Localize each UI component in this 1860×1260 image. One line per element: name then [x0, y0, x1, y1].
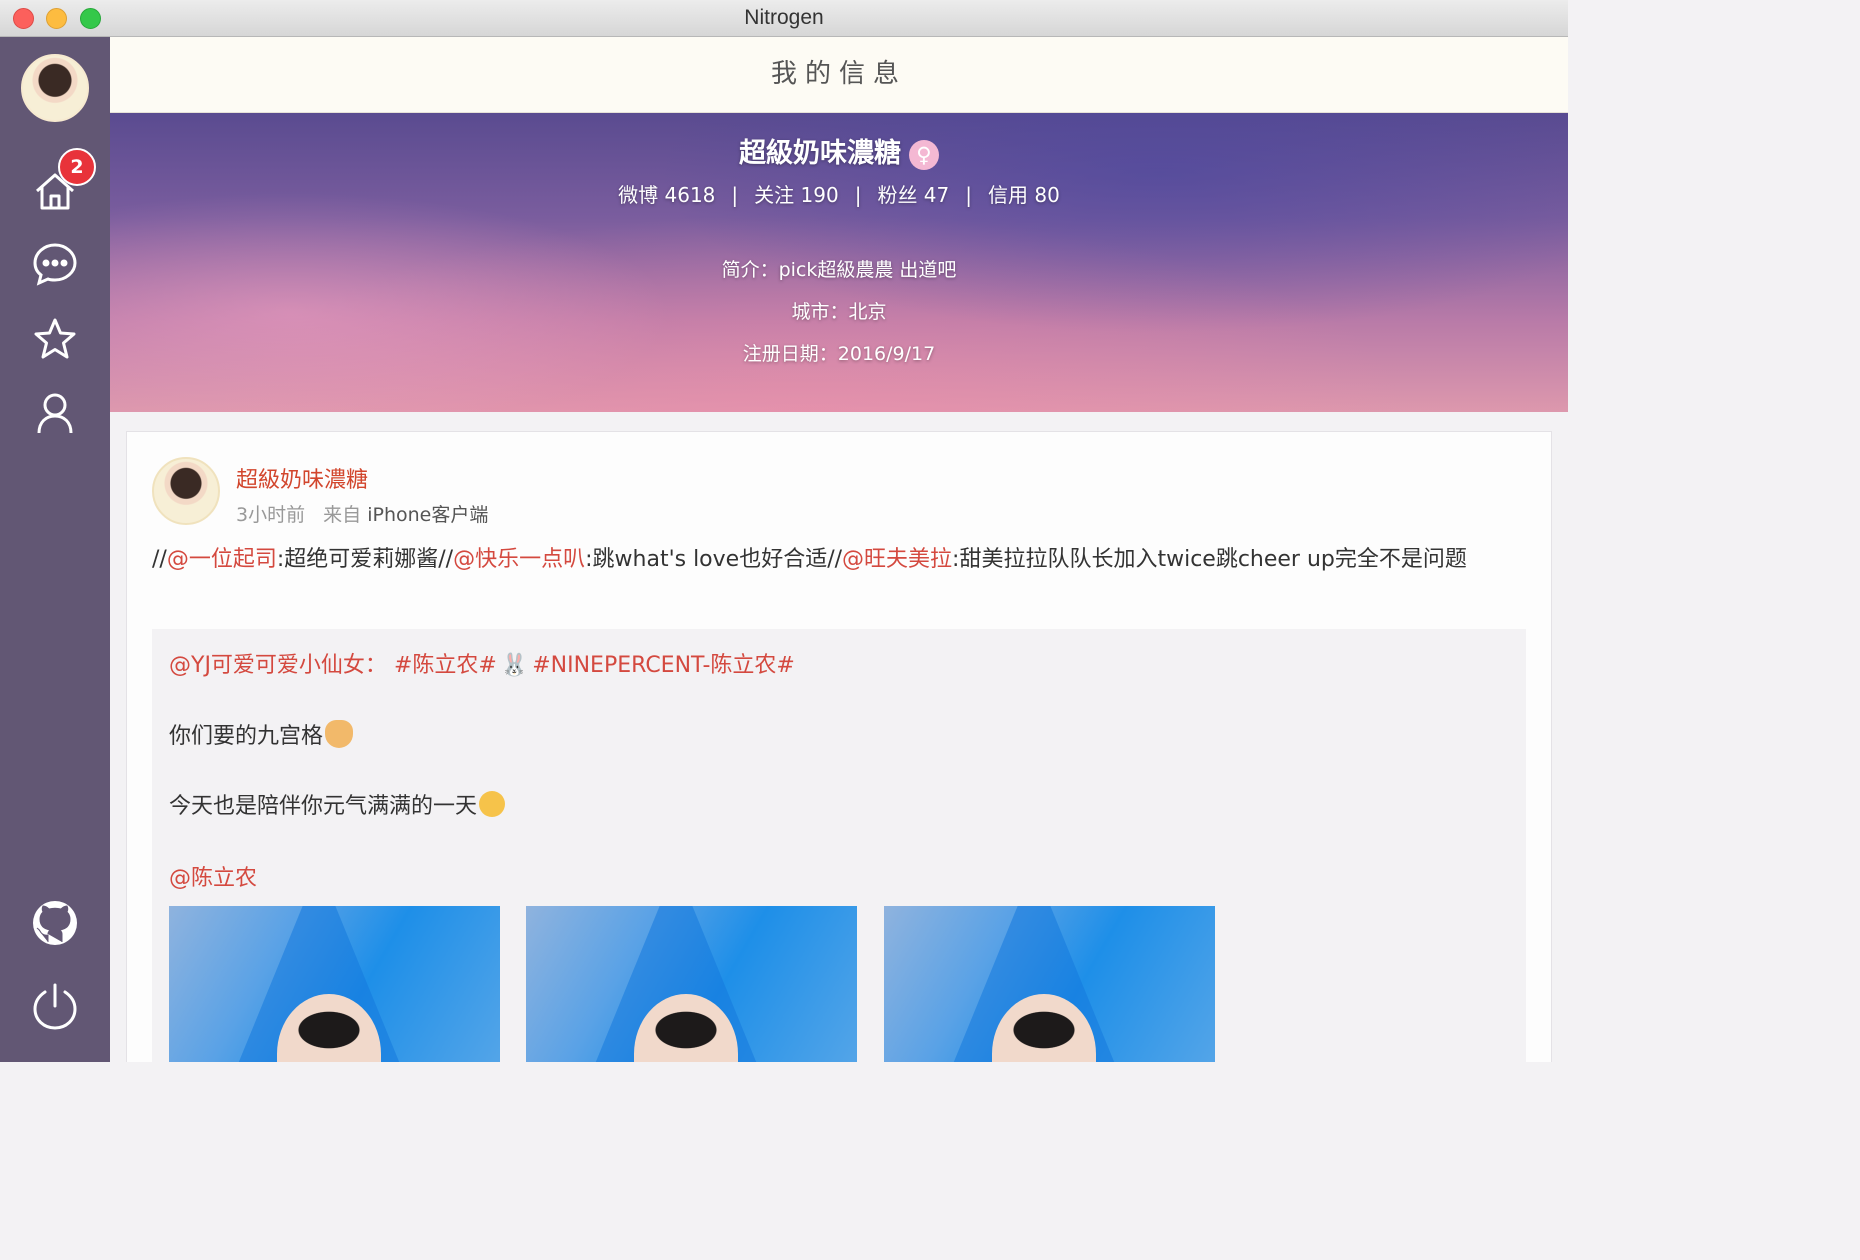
post-image[interactable]: [526, 906, 857, 1062]
repost-text: 今天也是陪伴你元气满满的一天: [169, 794, 478, 819]
repost-text: 你们要的九宫格: [169, 724, 324, 749]
profile-register-date: 注册日期：2016/9/17: [742, 343, 936, 365]
post-mention[interactable]: @旺夫美拉: [842, 547, 952, 572]
repost-line: 今天也是陪伴你元气满满的一天: [169, 788, 506, 820]
portrait-photo: [634, 994, 738, 1062]
repost-line: 你们要的九宫格: [169, 718, 354, 750]
profile-bio: 简介：pick超級農農 出道吧: [721, 259, 957, 281]
post-text: //@一位起司:超绝可爱莉娜酱//@快乐一点叭:跳what's love也好合适…: [152, 542, 1527, 578]
stat-following[interactable]: 关注 190: [754, 183, 839, 207]
post-text-segment: :跳what's love也好合适//: [585, 547, 843, 572]
post-mention[interactable]: @快乐一点叭: [453, 547, 585, 572]
window-title: Nitrogen: [744, 6, 824, 29]
stat-separator: |: [965, 183, 973, 207]
stat-followers[interactable]: 粉丝 47: [877, 183, 949, 207]
ok-hand-emoji-icon: [325, 720, 354, 748]
profile-name: 超級奶味濃糖: [739, 138, 901, 169]
page-title: 我的信息: [110, 37, 1568, 113]
post-avatar[interactable]: [152, 457, 220, 525]
repost-author-mention[interactable]: @YJ可爱可爱小仙女：: [169, 653, 387, 678]
post-image[interactable]: [884, 906, 1215, 1062]
hashtag[interactable]: #NINEPERCENT-陈立农#: [532, 653, 795, 678]
post-source-prefix: 来自: [323, 504, 362, 526]
post-author[interactable]: 超級奶味濃糖: [236, 462, 368, 494]
bunny-emoji-icon: 🐰: [500, 653, 529, 678]
profile-city: 城市：北京: [791, 301, 887, 323]
repost-block: @YJ可爱可爱小仙女： #陈立农# 🐰 #NINEPERCENT-陈立农# 你们要的…: [152, 629, 1526, 1062]
post-mention[interactable]: @一位起司: [167, 547, 277, 572]
stat-separator: |: [854, 183, 862, 207]
main-content: 我的信息 超級奶味濃糖 ♀ 微博 4618 | 关注 190 | 粉丝 47 | 信用 80 …: [110, 37, 1568, 1062]
post-meta: 3小时前 来自 iPhone客户端: [236, 500, 488, 527]
post-text-segment: :甜美拉拉队队长加入twice跳cheer up完全不是问题: [952, 547, 1467, 572]
post-source: iPhone客户端: [367, 504, 489, 526]
profile-banner: 超級奶味濃糖 ♀ 微博 4618 | 关注 190 | 粉丝 47 | 信用 80 简介：pi…: [110, 113, 1568, 412]
post-text-segment: //: [152, 547, 167, 572]
sidebar: 2: [0, 37, 110, 1062]
user-icon[interactable]: [31, 389, 79, 437]
hug-emoji-icon: [479, 791, 506, 817]
stat-credit: 信用 80: [988, 183, 1060, 207]
profile-stats: 微博 4618 | 关注 190 | 粉丝 47 | 信用 80: [110, 179, 1568, 208]
hashtag[interactable]: #陈立农#: [394, 653, 497, 678]
stat-weibo[interactable]: 微博 4618: [618, 183, 715, 207]
repost-header: @YJ可爱可爱小仙女： #陈立农# 🐰 #NINEPERCENT-陈立农#: [169, 647, 795, 679]
profile-name-row: 超級奶味濃糖 ♀: [110, 131, 1568, 170]
star-icon[interactable]: [31, 315, 79, 363]
post-time: 3小时前: [236, 504, 306, 526]
post-image[interactable]: [169, 906, 500, 1062]
github-icon[interactable]: [31, 899, 79, 947]
portrait-photo: [277, 994, 381, 1062]
repost-mention[interactable]: @陈立农: [169, 860, 257, 892]
stat-separator: |: [731, 183, 739, 207]
title-bar: Nitrogen: [0, 0, 1568, 37]
power-icon[interactable]: [31, 982, 79, 1030]
notification-badge: 2: [58, 148, 96, 186]
post-card: 超級奶味濃糖 3小时前 来自 iPhone客户端 //@一位起司:超绝可爱莉娜酱…: [126, 431, 1552, 1062]
post-text-segment: :超绝可爱莉娜酱//: [276, 547, 454, 572]
avatar[interactable]: [21, 54, 89, 122]
portrait-photo: [992, 994, 1096, 1062]
female-gender-icon: ♀: [909, 139, 939, 170]
chat-icon[interactable]: [31, 240, 79, 288]
